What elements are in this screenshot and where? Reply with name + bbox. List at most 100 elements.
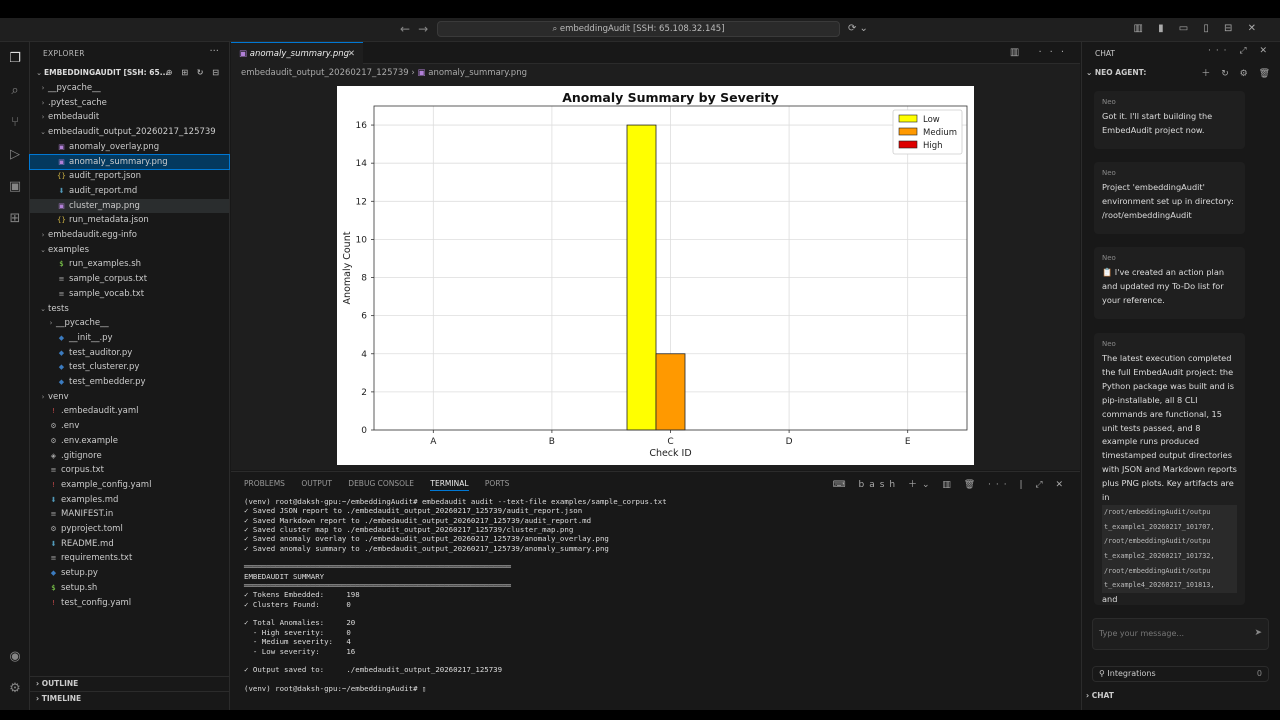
tree-folder[interactable]: › embedaudit bbox=[30, 110, 229, 125]
terminal-output[interactable]: (venv) root@daksh-gpu:~/embeddingAudit# … bbox=[244, 497, 1064, 707]
terminal-line: ✓ Saved cluster map to ./embedaudit_outp… bbox=[244, 525, 574, 535]
tree-file[interactable]: ⚙ .env.example bbox=[30, 434, 229, 449]
tree-item-label: __init__.py bbox=[69, 332, 113, 343]
extensions-icon[interactable]: ⊞ bbox=[6, 210, 24, 228]
tree-folder[interactable]: › .pytest_cache bbox=[30, 96, 229, 111]
integrations-button[interactable]: ⚲ Integrations 0 bbox=[1092, 666, 1269, 682]
timeline-section[interactable]: › TIMELINE bbox=[30, 691, 230, 705]
nav-arrows[interactable]: ←→ bbox=[400, 22, 436, 36]
tree-file[interactable]: ◆ __init__.py bbox=[30, 331, 229, 346]
tree-file[interactable]: ◆ test_clusterer.py bbox=[30, 360, 229, 375]
tree-file[interactable]: ⬇ examples.md bbox=[30, 493, 229, 508]
legend-label-medium: Medium bbox=[923, 128, 957, 138]
tab-anomaly-summary[interactable]: ▣ anomaly_summary.png ✕ bbox=[231, 42, 363, 64]
tree-folder[interactable]: › venv bbox=[30, 390, 229, 405]
tree-file[interactable]: ⬇ audit_report.md bbox=[30, 184, 229, 199]
tree-file[interactable]: ⚙ .env bbox=[30, 419, 229, 434]
chat-title: CHAT bbox=[1095, 49, 1116, 58]
editor-actions[interactable]: ▥ ··· bbox=[1010, 47, 1072, 58]
message-code: /root/embeddingAudit/outpu bbox=[1102, 534, 1237, 550]
tree-item-label: setup.py bbox=[61, 568, 98, 579]
tree-file[interactable]: ≡ sample_corpus.txt bbox=[30, 272, 229, 287]
tree-file[interactable]: ≡ corpus.txt bbox=[30, 463, 229, 478]
workspace-header[interactable]: ⌄ EMBEDDINGAUDIT [SSH: 65... ⊕ ⊞ ↻ ⊟ bbox=[30, 66, 230, 80]
tree-folder[interactable]: ⌄ tests bbox=[30, 302, 229, 317]
tab-terminal[interactable]: TERMINAL bbox=[430, 479, 469, 491]
forward-arrow-icon[interactable]: → bbox=[418, 22, 436, 36]
bar-low bbox=[626, 124, 657, 431]
tree-file[interactable]: ▣ cluster_map.png bbox=[30, 198, 229, 214]
outline-section[interactable]: › OUTLINE bbox=[30, 676, 230, 690]
tree-file[interactable]: ≡ requirements.txt bbox=[30, 551, 229, 566]
chat-header-actions[interactable]: ··· ⤢ ✕ bbox=[1208, 46, 1272, 56]
tree-file[interactable]: ! example_config.yaml bbox=[30, 478, 229, 493]
command-center-search[interactable]: ⌕ embeddingAudit [SSH: 65.108.32.145] bbox=[437, 21, 840, 37]
tree-folder[interactable]: › __pycache__ bbox=[30, 316, 229, 331]
tree-file[interactable]: ⚙ pyproject.toml bbox=[30, 522, 229, 537]
tree-item-label: venv bbox=[48, 391, 69, 402]
tree-file[interactable]: ◆ test_auditor.py bbox=[30, 346, 229, 361]
txt-file-icon: ≡ bbox=[58, 275, 65, 284]
settings-gear-icon[interactable]: ⚙ bbox=[6, 680, 24, 698]
tree-item-label: run_metadata.json bbox=[69, 215, 149, 226]
workspace-name: EMBEDDINGAUDIT [SSH: 65... bbox=[44, 68, 169, 77]
search-icon[interactable]: ⌕ bbox=[6, 82, 24, 100]
txt-file-icon: ≡ bbox=[58, 289, 65, 298]
back-arrow-icon[interactable]: ← bbox=[400, 22, 418, 36]
tree-item-label: sample_corpus.txt bbox=[69, 274, 148, 285]
tree-file[interactable]: ◆ test_embedder.py bbox=[30, 375, 229, 390]
tree-file[interactable]: {} audit_report.json bbox=[30, 169, 229, 184]
close-icon[interactable]: ✕ bbox=[348, 43, 355, 65]
tree-file[interactable]: $ run_examples.sh bbox=[30, 257, 229, 272]
tree-file[interactable]: ⬇ README.md bbox=[30, 537, 229, 552]
tree-file[interactable]: ◆ setup.py bbox=[30, 566, 229, 581]
integrations-count: 0 bbox=[1256, 669, 1262, 678]
tree-folder[interactable]: › __pycache__ bbox=[30, 81, 229, 96]
chat-footer[interactable]: › CHAT bbox=[1086, 691, 1114, 700]
explorer-actions[interactable]: ⊕ ⊞ ↻ ⊟ bbox=[166, 66, 222, 80]
terminal-line: (venv) root@daksh-gpu:~/embeddingAudit# … bbox=[244, 497, 667, 506]
chevron-down-icon: ⌄ bbox=[40, 245, 46, 254]
tree-file[interactable]: ≡ sample_vocab.txt bbox=[30, 287, 229, 302]
tree-file[interactable]: ▣ anomaly_overlay.png bbox=[30, 140, 229, 155]
tree-file[interactable]: $ setup.sh bbox=[30, 581, 229, 596]
tree-folder[interactable]: › embedaudit.egg-info bbox=[30, 228, 229, 243]
run-debug-icon[interactable]: ▷ bbox=[6, 146, 24, 164]
tree-file[interactable]: ▣ anomaly_summary.png bbox=[29, 153, 230, 171]
tree-file[interactable]: {} run_metadata.json bbox=[30, 213, 229, 228]
breadcrumb-folder[interactable]: embedaudit_output_20260217_125739 bbox=[241, 68, 409, 78]
files-icon[interactable]: ❐ bbox=[6, 50, 24, 68]
tree-file[interactable]: ◈ .gitignore bbox=[30, 449, 229, 464]
chevron-right-icon: › bbox=[49, 319, 53, 328]
tab-debug-console[interactable]: DEBUG CONSOLE bbox=[348, 479, 414, 488]
tab-ports[interactable]: PORTS bbox=[485, 479, 509, 488]
tree-file[interactable]: ! .embedaudit.yaml bbox=[30, 404, 229, 419]
chevron-down-icon[interactable]: ⌄ bbox=[1086, 68, 1095, 77]
breadcrumb: embedaudit_output_20260217_125739 › ▣ an… bbox=[241, 68, 527, 78]
editor-area: ▣ anomaly_summary.png ✕ ▥ ··· embedaudit_… bbox=[231, 42, 1080, 470]
tab-output[interactable]: OUTPUT bbox=[301, 479, 332, 488]
copilot-icon[interactable]: ⟳ ⌄ bbox=[848, 23, 868, 34]
account-icon[interactable]: ◉ bbox=[6, 648, 24, 666]
explorer-title: EXPLORER bbox=[43, 49, 85, 58]
tab-problems[interactable]: PROBLEMS bbox=[244, 479, 285, 488]
panel-actions[interactable]: ⌨ bash ＋⌄ ▥ 🗑 ··· | ⤢ ✕ bbox=[833, 477, 1068, 490]
agent-actions[interactable]: ＋ ↻ ⚙ 🗑 bbox=[1201, 66, 1274, 79]
tree-folder[interactable]: ⌄ embedaudit_output_20260217_125739 bbox=[30, 125, 229, 140]
tree-file[interactable]: ! test_config.yaml bbox=[30, 596, 229, 611]
tree-item-label: MANIFEST.in bbox=[61, 509, 114, 520]
env-file-icon: ⚙ bbox=[50, 422, 57, 431]
chat-message: Neo Project 'embeddingAudit' environment … bbox=[1094, 162, 1245, 234]
remote-explorer-icon[interactable]: ▣ bbox=[6, 178, 24, 196]
more-actions-icon[interactable]: ··· bbox=[209, 46, 219, 57]
chevron-down-icon: ⌄ bbox=[36, 69, 42, 77]
tree-folder[interactable]: ⌄ examples bbox=[30, 243, 229, 258]
layout-controls[interactable]: ▥ ▮ ▭ ▯ ⊟ ✕ bbox=[1133, 23, 1262, 34]
chat-input[interactable]: Type your message... ➤ bbox=[1092, 618, 1269, 650]
tree-file[interactable]: ≡ MANIFEST.in bbox=[30, 507, 229, 522]
breadcrumb-file[interactable]: anomaly_summary.png bbox=[428, 68, 527, 78]
send-icon[interactable]: ➤ bbox=[1254, 628, 1262, 638]
tree-item-label: test_clusterer.py bbox=[69, 362, 140, 373]
source-control-icon[interactable]: ⑂ bbox=[6, 114, 24, 132]
